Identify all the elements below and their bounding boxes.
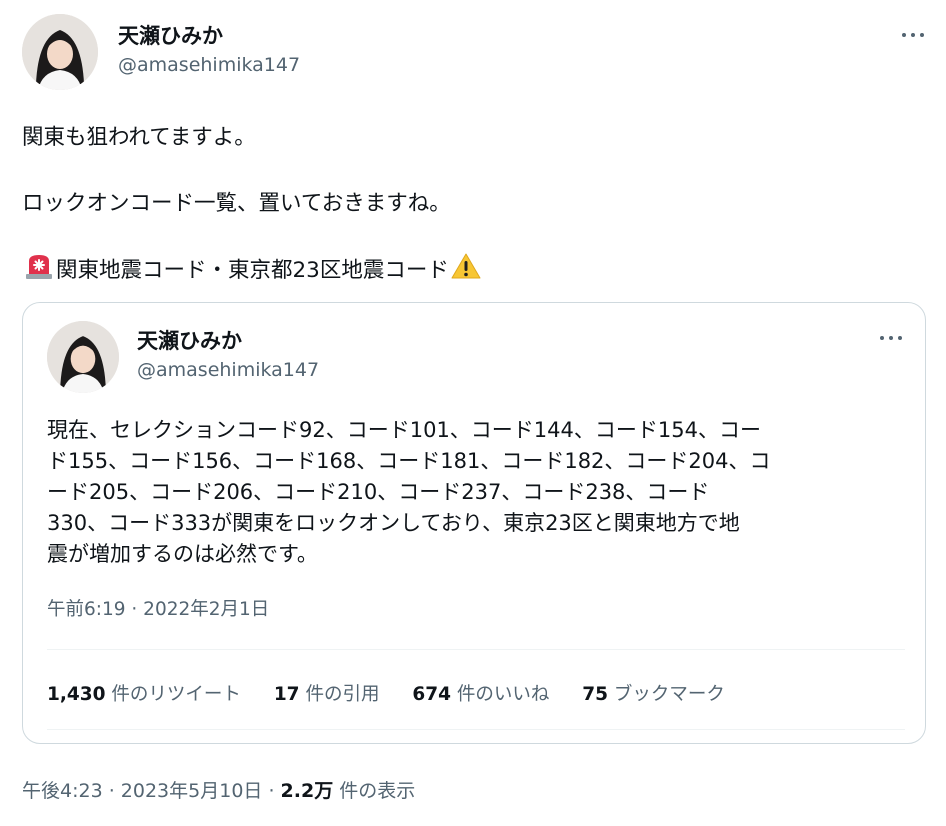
alert-line-text: 関東地震コード・東京都23区地震コード <box>56 258 449 283</box>
bookmarks-stat[interactable]: 75 ブックマーク <box>582 680 725 706</box>
quoted-stats-row: 1,430 件のリツイート 17 件の引用 674 件のいいね 75 ブックマー… <box>47 680 752 706</box>
quoted-more-options-button[interactable] <box>878 331 904 345</box>
more-options-button[interactable] <box>900 28 926 42</box>
divider <box>47 729 905 730</box>
tweet-text-line: 関東も狙われてますよ。 <box>22 125 256 150</box>
divider <box>47 649 905 650</box>
quoted-author-avatar[interactable] <box>47 321 119 393</box>
tweet-alert-line: 関東地震コード・東京都23区地震コード <box>22 252 483 286</box>
quoted-text-line: 330、コード333が関東をロックオンしており、東京23区と関東地方で地 <box>47 511 740 535</box>
avatar-image <box>47 321 119 393</box>
quoted-timestamp[interactable]: 午前6:19 · 2022年2月1日 <box>47 595 269 621</box>
quotes-stat[interactable]: 17 件の引用 <box>274 680 380 706</box>
more-horizontal-icon <box>880 336 884 340</box>
quoted-tweet-card[interactable]: 天瀬ひみか @amasehimika147 現在、セレクションコード92、コード… <box>22 302 926 744</box>
more-horizontal-icon <box>902 33 906 37</box>
tweet-timestamp[interactable]: 午後4:23 · 2023年5月10日 · <box>22 780 281 802</box>
quoted-author-handle[interactable]: @amasehimika147 <box>137 359 319 381</box>
warning-icon <box>451 252 481 286</box>
author-handle[interactable]: @amasehimika147 <box>118 54 300 76</box>
views-label: 件の表示 <box>333 780 416 802</box>
author-name[interactable]: 天瀬ひみか <box>118 20 223 50</box>
quoted-author-name[interactable]: 天瀬ひみか <box>137 325 242 355</box>
likes-stat[interactable]: 674 件のいいね <box>412 680 549 706</box>
tweet-footer: 午後4:23 · 2023年5月10日 · 2.2万 件の表示 <box>22 776 415 803</box>
rotating-light-icon <box>24 252 54 286</box>
tweet-text-line: ロックオンコード一覧、置いておきますね。 <box>22 191 451 216</box>
retweets-stat[interactable]: 1,430 件のリツイート <box>47 680 241 706</box>
author-avatar[interactable] <box>22 14 98 90</box>
quoted-text-line: ド155、コード156、コード168、コード181、コード182、コード204、… <box>47 449 771 473</box>
avatar-image <box>22 14 98 90</box>
quoted-text-line: ード205、コード206、コード210、コード237、コード238、コード <box>47 480 710 504</box>
quoted-tweet-text: 現在、セレクションコード92、コード101、コード144、コード154、コー ド… <box>47 415 907 570</box>
views-count: 2.2万 <box>280 780 334 802</box>
quoted-text-line: 現在、セレクションコード92、コード101、コード144、コード154、コー <box>47 418 761 442</box>
quoted-text-line: 震が増加するのは必然です。 <box>47 542 318 566</box>
